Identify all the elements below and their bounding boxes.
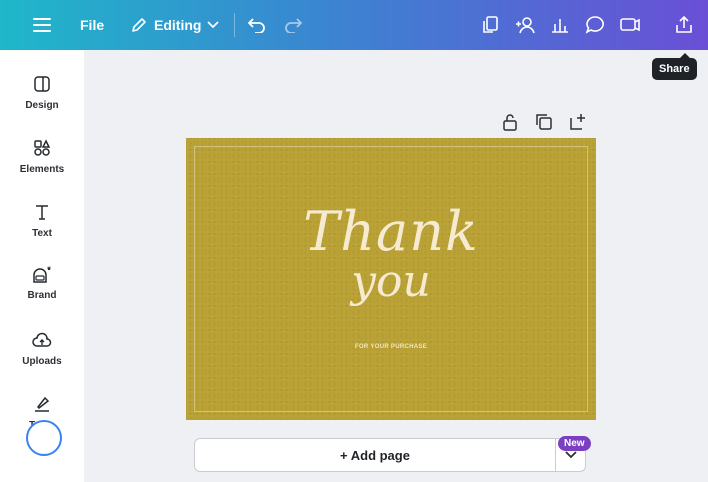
pencil-icon xyxy=(130,16,148,34)
editing-label: Editing xyxy=(154,17,202,33)
lock-icon[interactable] xyxy=(500,112,520,132)
avatar[interactable] xyxy=(26,420,62,456)
share-tooltip: Share xyxy=(652,53,697,80)
you-text[interactable]: you xyxy=(186,256,596,307)
add-page-icon[interactable] xyxy=(568,112,588,132)
subtitle-text[interactable]: FOR YOUR PURCHASE xyxy=(186,344,596,350)
sidebar-item-elements[interactable]: Elements xyxy=(0,136,84,188)
toolbar-divider xyxy=(234,13,235,37)
chevron-down-icon xyxy=(564,451,577,459)
sidebar-item-label: Uploads xyxy=(22,356,62,367)
text-icon xyxy=(33,200,51,224)
add-page-button[interactable]: + Add page xyxy=(195,448,555,463)
thank-text[interactable]: Thank xyxy=(186,200,596,263)
elements-icon xyxy=(33,136,51,160)
chevron-down-icon xyxy=(207,21,220,29)
uploads-icon xyxy=(32,328,52,352)
share-icon[interactable] xyxy=(670,0,698,50)
resize-icon[interactable] xyxy=(477,0,505,50)
sidebar-item-label: Elements xyxy=(19,164,65,175)
design-icon xyxy=(33,72,51,96)
undo-icon[interactable] xyxy=(244,0,270,50)
add-page-bar: + Add page xyxy=(194,438,586,472)
new-badge: New xyxy=(558,436,591,451)
sidebar-item-design[interactable]: Design xyxy=(0,72,84,124)
comment-icon[interactable] xyxy=(581,0,609,50)
tools-icon xyxy=(32,392,52,416)
page-tools xyxy=(500,112,588,132)
sidebar-item-brand[interactable]: Brand xyxy=(0,262,84,314)
sidebar-item-text[interactable]: Text xyxy=(0,200,84,252)
sidebar-item-label: Brand xyxy=(27,290,57,301)
present-icon[interactable] xyxy=(616,0,644,50)
add-collaborator-icon[interactable] xyxy=(512,0,540,50)
duplicate-page-icon[interactable] xyxy=(534,112,554,132)
editing-mode-button[interactable]: Editing xyxy=(130,0,220,50)
sidebar-item-label: Text xyxy=(32,228,52,239)
redo-icon[interactable] xyxy=(280,0,306,50)
file-menu-button[interactable]: File xyxy=(80,0,104,50)
menu-icon[interactable] xyxy=(30,0,54,50)
top-bar: File Editing xyxy=(0,0,708,50)
sidebar-item-label: Design xyxy=(25,100,59,111)
brand-icon xyxy=(30,262,54,286)
sidebar: Design Elements Text Brand Uploads Tools xyxy=(0,50,84,482)
design-page[interactable]: Thank you FOR YOUR PURCHASE xyxy=(186,138,596,420)
analytics-icon[interactable] xyxy=(546,0,574,50)
sidebar-item-uploads[interactable]: Uploads xyxy=(0,328,84,380)
